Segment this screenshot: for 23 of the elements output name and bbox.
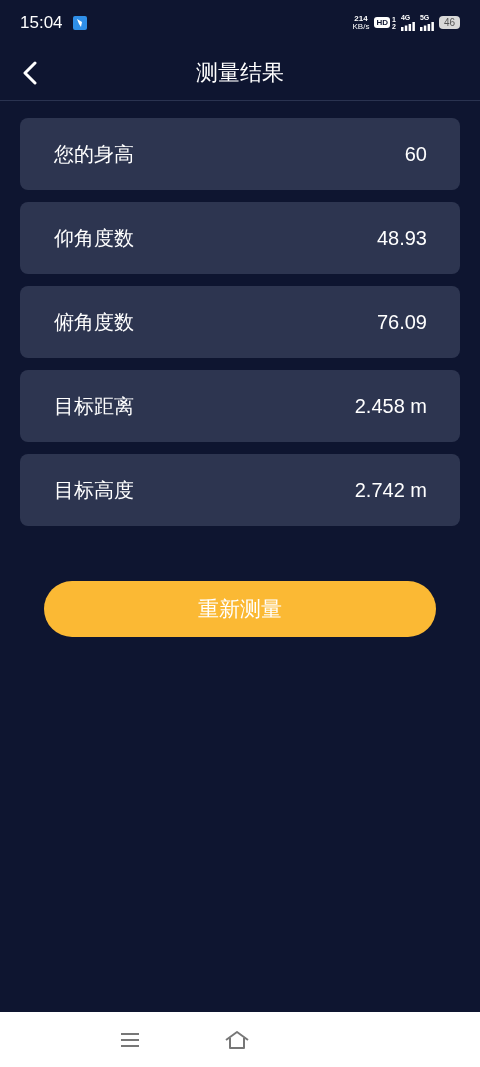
result-label: 目标距离: [54, 394, 134, 419]
page-title: 测量结果: [196, 59, 284, 87]
result-label: 您的身高: [54, 142, 134, 167]
battery-indicator: 46: [438, 16, 460, 29]
result-label: 俯角度数: [54, 310, 134, 335]
app-notification-icon: [72, 15, 87, 30]
result-value: 2.742 m: [354, 478, 427, 503]
result-value: 2.458 m: [354, 394, 427, 419]
result-value: 60: [404, 142, 427, 167]
menu-icon[interactable]: [120, 1031, 140, 1048]
result-value: 76.09: [376, 310, 427, 335]
signal-icon: [400, 22, 415, 31]
remeasure-button[interactable]: 重新测量: [44, 581, 436, 637]
speed-unit: KB/s: [352, 22, 370, 31]
status-time: 15:04: [20, 11, 63, 34]
result-value: 48.93: [376, 226, 427, 251]
home-icon[interactable]: [224, 1029, 250, 1050]
result-label: 目标高度: [54, 478, 134, 503]
signal-icon: [419, 22, 434, 31]
hd-badge: HD: [374, 17, 390, 28]
network-speed: 214: [354, 14, 368, 23]
back-icon: [22, 61, 38, 85]
result-label: 仰角度数: [54, 226, 134, 251]
